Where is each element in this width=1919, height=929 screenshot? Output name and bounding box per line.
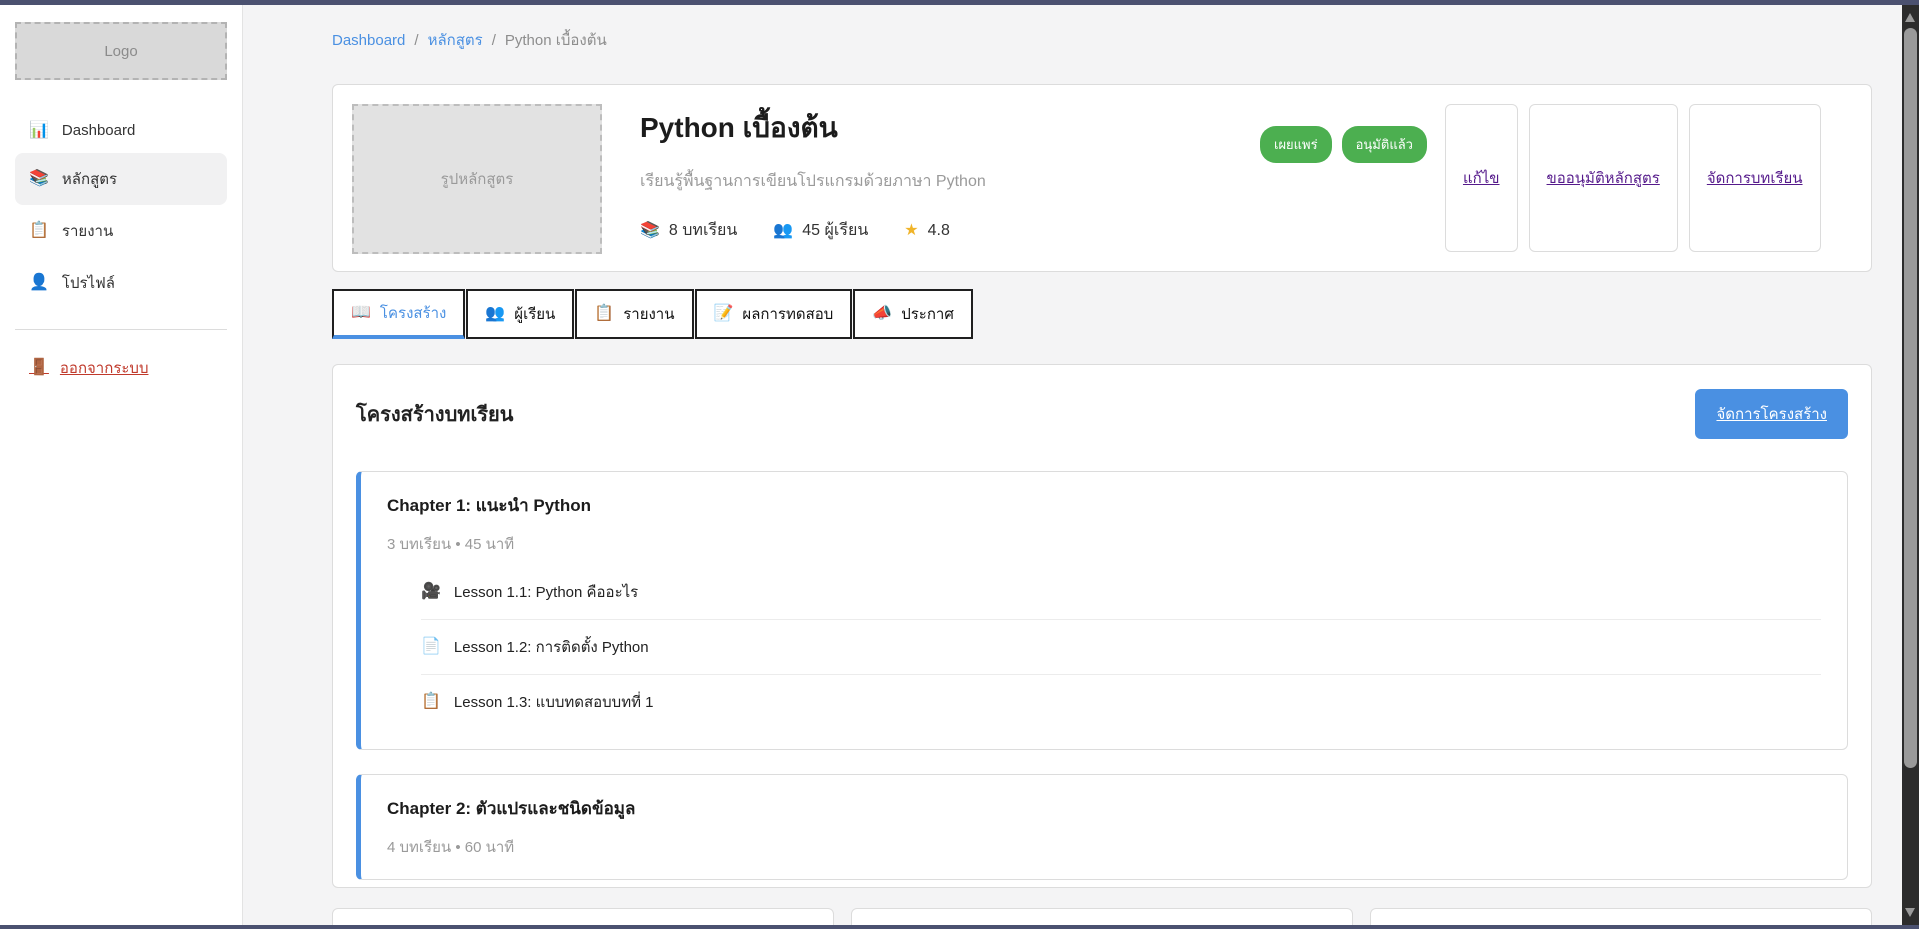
lesson-list: 🎥 Lesson 1.1: Python คืออะไร 📄 Lesson 1.… [421, 565, 1821, 729]
tab-label: รายงาน [623, 302, 674, 326]
course-image-label: รูปหลักสูตร [441, 167, 514, 191]
chapter-title: Chapter 2: ตัวแปรและชนิดข้อมูล [387, 795, 1821, 822]
sidebar: Logo 📊 Dashboard 📚 หลักสูตร 📋 รายงาน 👤 โ… [0, 5, 243, 925]
logo-label: Logo [104, 43, 137, 60]
breadcrumb-separator: / [414, 32, 418, 49]
tab-label: โครงสร้าง [380, 301, 446, 325]
bar-chart-icon: 📊 [29, 123, 49, 139]
star-icon: ★ [904, 223, 918, 239]
breadcrumb-dashboard[interactable]: Dashboard [332, 32, 405, 49]
sidebar-item-courses[interactable]: 📚 หลักสูตร [15, 153, 227, 205]
manage-lessons-link[interactable]: จัดการบทเรียน [1707, 166, 1803, 190]
scroll-down-arrow-icon[interactable] [1905, 908, 1915, 917]
status-badges: เผยแพร่ อนุมัติแล้ว [1260, 126, 1427, 252]
sidebar-nav: 📊 Dashboard 📚 หลักสูตร 📋 รายงาน 👤 โปรไฟล… [15, 108, 227, 309]
chapter-card: Chapter 2: ตัวแปรและชนิดข้อมูล 4 บทเรียน… [356, 774, 1848, 880]
chapter-meta: 3 บทเรียน • 45 นาที [387, 532, 1821, 556]
tab-test-results[interactable]: 📝 ผลการทดสอบ [695, 289, 853, 339]
chapter-title: Chapter 1: แนะนำ Python [387, 492, 1821, 519]
manage-lessons-button[interactable]: จัดการบทเรียน [1689, 104, 1821, 252]
course-actions: แก้ไข ขออนุมัติหลักสูตร จัดการบทเรียน [1445, 104, 1821, 252]
stat-lessons-text: 8 บทเรียน [669, 218, 737, 243]
breadcrumb: Dashboard / หลักสูตร / Python เบื้องต้น [332, 28, 1872, 52]
logo-placeholder: Logo [15, 22, 227, 80]
tab-reports[interactable]: 📋 รายงาน [575, 289, 693, 339]
structure-header: โครงสร้างบทเรียน จัดการโครงสร้าง [356, 389, 1848, 439]
open-book-icon: 📖 [351, 305, 371, 321]
stat-students: 👥 45 ผู้เรียน [773, 218, 868, 243]
lesson-title: Lesson 1.2: การติดตั้ง Python [454, 635, 649, 659]
bottom-card-row [332, 908, 1872, 925]
sidebar-item-label: Dashboard [62, 122, 135, 139]
tab-students[interactable]: 👥 ผู้เรียน [466, 289, 574, 339]
lesson-title: Lesson 1.3: แบบทดสอบบทที่ 1 [454, 690, 654, 714]
window-top-edge [0, 0, 1919, 5]
sidebar-item-label: รายงาน [62, 219, 113, 243]
tab-label: ผู้เรียน [514, 302, 555, 326]
books-icon: 📚 [640, 223, 660, 239]
stat-rating: ★ 4.8 [904, 222, 950, 240]
manage-structure-button[interactable]: จัดการโครงสร้าง [1695, 389, 1848, 439]
users-icon: 👥 [485, 306, 505, 322]
lesson-row: 📋 Lesson 1.3: แบบทดสอบบทที่ 1 [421, 674, 1821, 729]
video-camera-icon: 🎥 [421, 584, 441, 600]
books-icon: 📚 [29, 171, 49, 187]
sidebar-item-label: หลักสูตร [62, 167, 117, 191]
stat-rating-text: 4.8 [928, 222, 950, 240]
lesson-row: 🎥 Lesson 1.1: Python คืออะไร [421, 565, 1821, 619]
clipboard-icon: 📋 [594, 306, 614, 322]
megaphone-icon: 📣 [872, 306, 892, 322]
lesson-row: 📄 Lesson 1.2: การติดตั้ง Python [421, 619, 1821, 674]
edit-course-button[interactable]: แก้ไข [1445, 104, 1518, 252]
tab-announcements[interactable]: 📣 ประกาศ [853, 289, 973, 339]
users-icon: 👥 [773, 223, 793, 239]
course-stats: 📚 8 บทเรียน 👥 45 ผู้เรียน ★ 4.8 [640, 218, 1260, 243]
course-image-placeholder: รูปหลักสูตร [352, 104, 602, 254]
sidebar-item-label: โปรไฟล์ [62, 271, 115, 295]
sidebar-item-profile[interactable]: 👤 โปรไฟล์ [15, 257, 227, 309]
tab-label: ประกาศ [901, 302, 954, 326]
breadcrumb-separator: / [492, 32, 496, 49]
breadcrumb-current: Python เบื้องต้น [505, 28, 607, 52]
course-title: Python เบื้องต้น [640, 106, 1260, 150]
vertical-scrollbar[interactable] [1902, 5, 1919, 925]
person-icon: 👤 [29, 275, 49, 291]
clipboard-icon: 📋 [29, 223, 49, 239]
edit-course-link[interactable]: แก้ไข [1463, 166, 1500, 190]
stat-students-text: 45 ผู้เรียน [802, 218, 868, 243]
status-badge-published: เผยแพร่ [1260, 126, 1332, 163]
request-approval-button[interactable]: ขออนุมัติหลักสูตร [1529, 104, 1678, 252]
lesson-title: Lesson 1.1: Python คืออะไร [454, 580, 638, 604]
breadcrumb-courses[interactable]: หลักสูตร [428, 28, 483, 52]
logout-label: ออกจากระบบ [60, 356, 149, 380]
chapter-card: Chapter 1: แนะนำ Python 3 บทเรียน • 45 น… [356, 471, 1848, 750]
request-approval-link[interactable]: ขออนุมัติหลักสูตร [1547, 166, 1660, 190]
memo-icon: 📝 [714, 306, 734, 322]
tab-label: ผลการทดสอบ [742, 302, 833, 326]
chapter-meta: 4 บทเรียน • 60 นาที [387, 835, 1821, 859]
door-icon: 🚪 [29, 360, 49, 376]
course-header-card: รูปหลักสูตร Python เบื้องต้น เรียนรู้พื้… [332, 84, 1872, 272]
stat-lessons: 📚 8 บทเรียน [640, 218, 737, 243]
structure-title: โครงสร้างบทเรียน [356, 398, 513, 430]
structure-panel: โครงสร้างบทเรียน จัดการโครงสร้าง Chapter… [332, 364, 1872, 888]
sidebar-item-reports[interactable]: 📋 รายงาน [15, 205, 227, 257]
course-info: Python เบื้องต้น เรียนรู้พื้นฐานการเขียน… [640, 104, 1260, 252]
bottom-card [332, 908, 834, 925]
logout-link[interactable]: 🚪 ออกจากระบบ [15, 356, 227, 380]
scrollbar-thumb[interactable] [1904, 28, 1917, 768]
document-icon: 📄 [421, 639, 441, 655]
bottom-card [1370, 908, 1872, 925]
tab-structure[interactable]: 📖 โครงสร้าง [332, 289, 465, 339]
main-content: Dashboard / หลักสูตร / Python เบื้องต้น … [244, 5, 1902, 925]
course-description: เรียนรู้พื้นฐานการเขียนโปรแกรมด้วยภาษา P… [640, 169, 1260, 194]
bottom-card [851, 908, 1353, 925]
status-badge-approved: อนุมัติแล้ว [1342, 126, 1427, 163]
sidebar-divider [15, 329, 227, 330]
window-bottom-edge [0, 925, 1919, 929]
clipboard-icon: 📋 [421, 694, 441, 710]
course-tabs: 📖 โครงสร้าง 👥 ผู้เรียน 📋 รายงาน 📝 ผลการท… [332, 289, 1872, 339]
sidebar-item-dashboard[interactable]: 📊 Dashboard [15, 108, 227, 153]
scroll-up-arrow-icon[interactable] [1905, 13, 1915, 22]
